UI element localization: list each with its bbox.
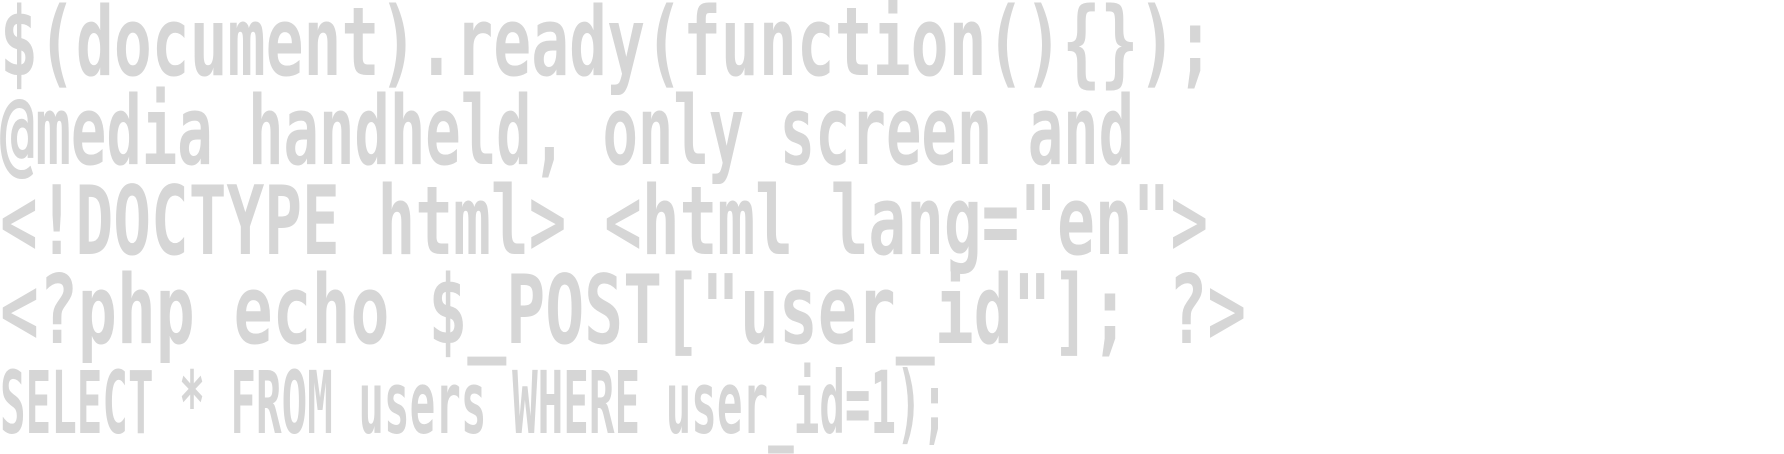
code-line-sql: SELECT * FROM users WHERE user_id=1); [0, 352, 948, 454]
code-snippets-graphic: $(document).ready(function(){}); @media … [0, 0, 1784, 446]
code-line-php: <?php echo $_POST["user_id"]; ?> [0, 253, 1247, 366]
